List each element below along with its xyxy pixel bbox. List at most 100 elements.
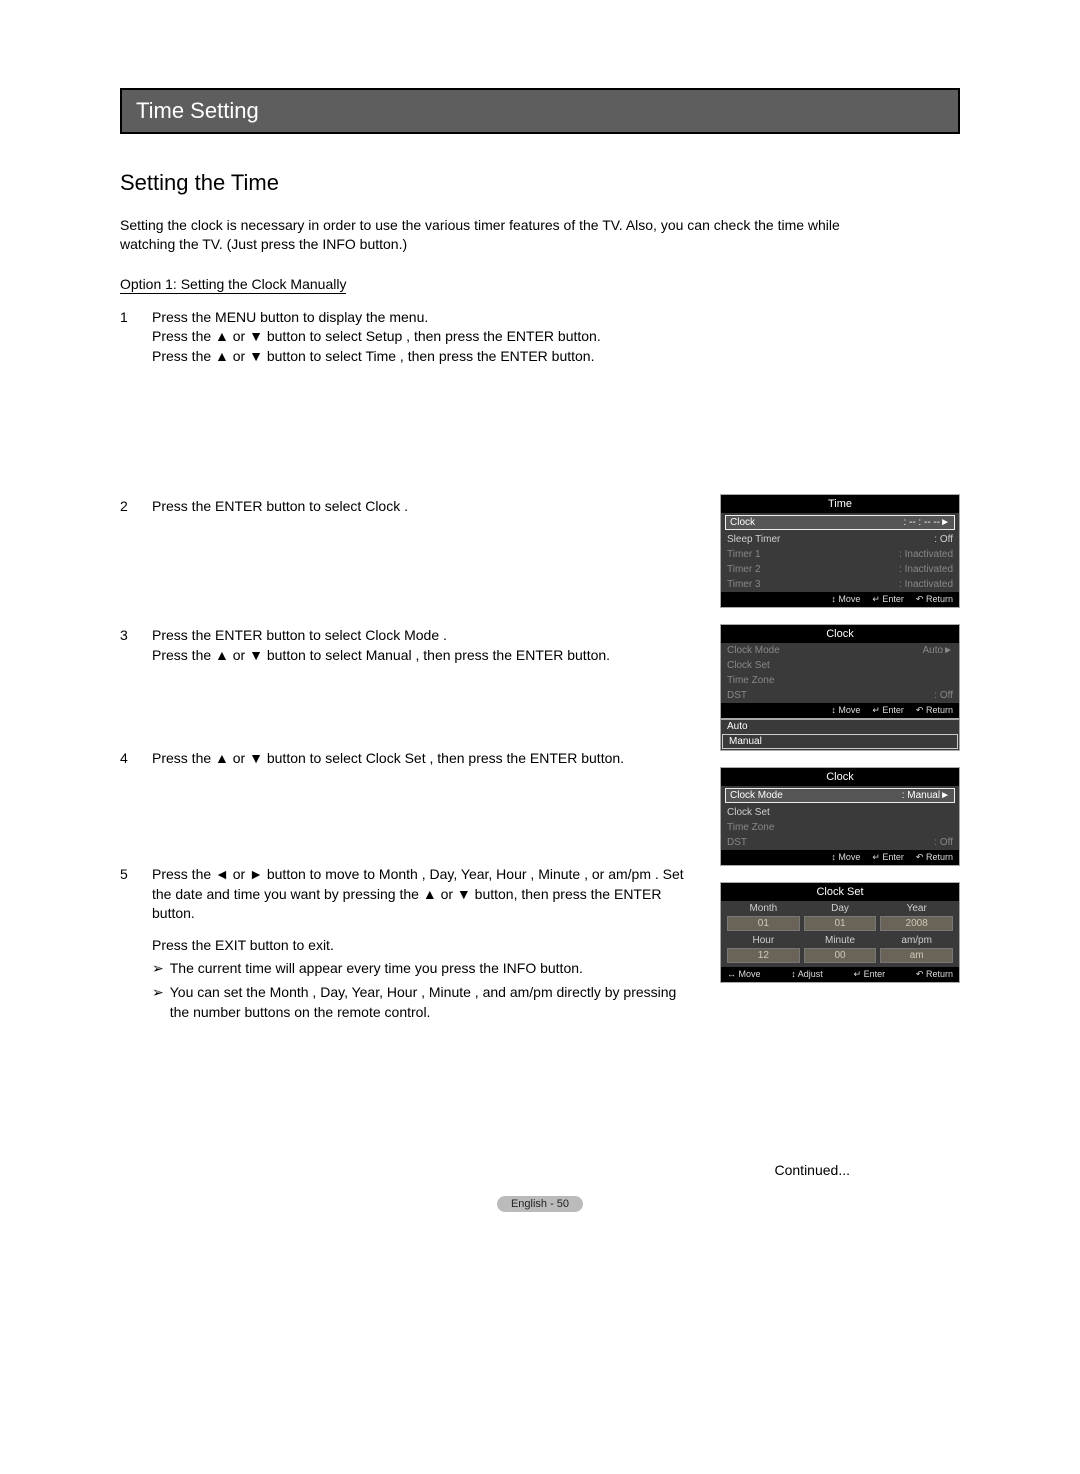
osd-field-label-month: Month (725, 903, 802, 914)
page-number-badge: English - 50 (497, 1196, 583, 1212)
osd-clock-set: Clock Set Month Day Year 01 01 2008 Hour… (720, 882, 960, 983)
osd-row-clock-mode: Clock Mode Auto ► (721, 643, 959, 658)
osd-time-menu: Time Clock : -- : -- -- ► Sleep Timer : … (720, 494, 960, 608)
osd-hint-enter: Enter (882, 594, 904, 604)
osd-label: Clock Mode (730, 790, 898, 801)
note-text: The current time will appear every time … (170, 959, 583, 979)
step-text: Press the ▲ or ▼ button to select Clock … (152, 749, 696, 769)
osd-value: Auto (919, 645, 944, 656)
leftright-icon: ↔ (727, 969, 736, 979)
updown-icon: ↕ (791, 969, 796, 979)
osd-hint-move: Move (838, 705, 860, 715)
step-text: Press the ENTER button to select Clock M… (152, 626, 696, 646)
step-text: Press the ▲ or ▼ button to select Setup … (152, 327, 696, 347)
step-text: Press the ◄ or ► button to move to Month… (152, 865, 696, 924)
osd-field-value-month: 01 (727, 916, 800, 931)
osd-title: Time (721, 495, 959, 513)
step-text: Press the EXIT button to exit. (152, 936, 696, 956)
step-1: 1 Press the MENU button to display the m… (120, 308, 696, 367)
osd-label: Timer 1 (727, 549, 895, 560)
osd-row-clock-set: Clock Set (721, 658, 959, 673)
section-title: Setting the Time (120, 170, 960, 196)
enter-icon: ↵ (872, 852, 880, 862)
osd-field-value-day: 01 (804, 916, 877, 931)
step-number: 5 (120, 865, 134, 1022)
osd-row-timer2: Timer 2 : Inactivated (721, 562, 959, 577)
osd-time-values: 12 00 am (725, 948, 955, 963)
osd-field-label-year: Year (878, 903, 955, 914)
step-3: 3 Press the ENTER button to select Clock… (120, 626, 696, 665)
osd-value: : Inactivated (895, 549, 953, 560)
osd-row-dst: DST : Off (721, 688, 959, 703)
osd-row-clock-set: Clock Set (721, 805, 959, 820)
osd-value: : Off (930, 837, 953, 848)
osd-date-values: 01 01 2008 (725, 916, 955, 931)
osd-field-label-minute: Minute (802, 935, 879, 946)
section-banner: Time Setting (120, 88, 960, 134)
osd-label: Clock Set (727, 660, 953, 671)
manual-page: Time Setting Setting the Time Setting th… (0, 0, 1080, 1312)
updown-icon: ↕ (831, 705, 836, 715)
osd-time-labels: Hour Minute am/pm (725, 935, 955, 946)
enter-icon: ↵ (854, 969, 862, 979)
enter-icon: ↵ (872, 594, 880, 604)
osd-hint-adjust: Adjust (798, 969, 823, 979)
osd-title: Clock (721, 625, 959, 643)
osd-footer: ↕ Move ↵ Enter ↶ Return (721, 592, 959, 607)
osd-row-time-zone: Time Zone (721, 673, 959, 688)
osd-footer: ↔ Move ↕ Adjust ↵ Enter ↶ Return (721, 967, 959, 982)
step-text: Press the MENU button to display the men… (152, 308, 696, 328)
osd-label: Time Zone (727, 675, 953, 686)
osd-hint-move: Move (739, 969, 761, 979)
osd-row-clock: Clock : -- : -- -- ► (725, 515, 955, 530)
osd-value: : Off (930, 534, 953, 545)
step-text: Press the ▲ or ▼ button to select Time ,… (152, 347, 696, 367)
osd-hint-return: Return (926, 969, 953, 979)
osd-label: Clock Mode (727, 645, 919, 656)
osd-row-timer1: Timer 1 : Inactivated (721, 547, 959, 562)
osd-field-value-ampm: am (880, 948, 953, 963)
step-2: 2 Press the ENTER button to select Clock… (120, 497, 696, 517)
osd-hint-move: Move (838, 594, 860, 604)
osd-field-label-hour: Hour (725, 935, 802, 946)
osd-row-sleep-timer: Sleep Timer : Off (721, 532, 959, 547)
osd-value: : Inactivated (895, 579, 953, 590)
osd-label: DST (727, 837, 930, 848)
osd-hint-enter: Enter (882, 705, 904, 715)
osd-label: DST (727, 690, 930, 701)
instructions-column: 1 Press the MENU button to display the m… (120, 308, 696, 1022)
osd-row-dst: DST : Off (721, 835, 959, 850)
return-icon: ↶ (916, 594, 924, 604)
osd-title: Clock Set (721, 883, 959, 901)
step-4: 4 Press the ▲ or ▼ button to select Cloc… (120, 749, 696, 769)
step-text: Press the ENTER button to select Clock . (152, 497, 696, 517)
osd-field-label-day: Day (802, 903, 879, 914)
osd-field-label-ampm: am/pm (878, 935, 955, 946)
osd-row-clock-mode: Clock Mode : Manual ► (725, 788, 955, 803)
osd-value: : Off (930, 690, 953, 701)
step-text: Press the ▲ or ▼ button to select Manual… (152, 646, 696, 666)
osd-row-time-zone: Time Zone (721, 820, 959, 835)
osd-hint-return: Return (926, 594, 953, 604)
osd-value: : Inactivated (895, 564, 953, 575)
step-number: 3 (120, 626, 134, 665)
osd-hint-return: Return (926, 852, 953, 862)
return-icon: ↶ (916, 969, 924, 979)
osd-field-value-minute: 00 (804, 948, 877, 963)
osd-row-timer3: Timer 3 : Inactivated (721, 577, 959, 592)
osd-field-value-year: 2008 (880, 916, 953, 931)
chevron-right-icon: ► (943, 645, 953, 656)
return-icon: ↶ (916, 705, 924, 715)
dropdown-option-auto: Auto (721, 720, 959, 733)
osd-label: Time Zone (727, 822, 953, 833)
osd-clock-menu: Clock Clock Mode : Manual ► Clock Set Ti… (720, 767, 960, 866)
osd-footer: ↕ Move ↵ Enter ↶ Return (721, 850, 959, 865)
updown-icon: ↕ (831, 594, 836, 604)
note-text: You can set the Month , Day, Year, Hour … (170, 983, 696, 1022)
osd-clock-mode-menu: Clock Clock Mode Auto ► Clock Set Time Z… (720, 624, 960, 719)
osd-value: : -- : -- -- (899, 517, 940, 528)
updown-icon: ↕ (831, 852, 836, 862)
dropdown-option-manual: Manual (722, 734, 958, 749)
osd-title: Clock (721, 768, 959, 786)
osd-label: Clock Set (727, 807, 953, 818)
